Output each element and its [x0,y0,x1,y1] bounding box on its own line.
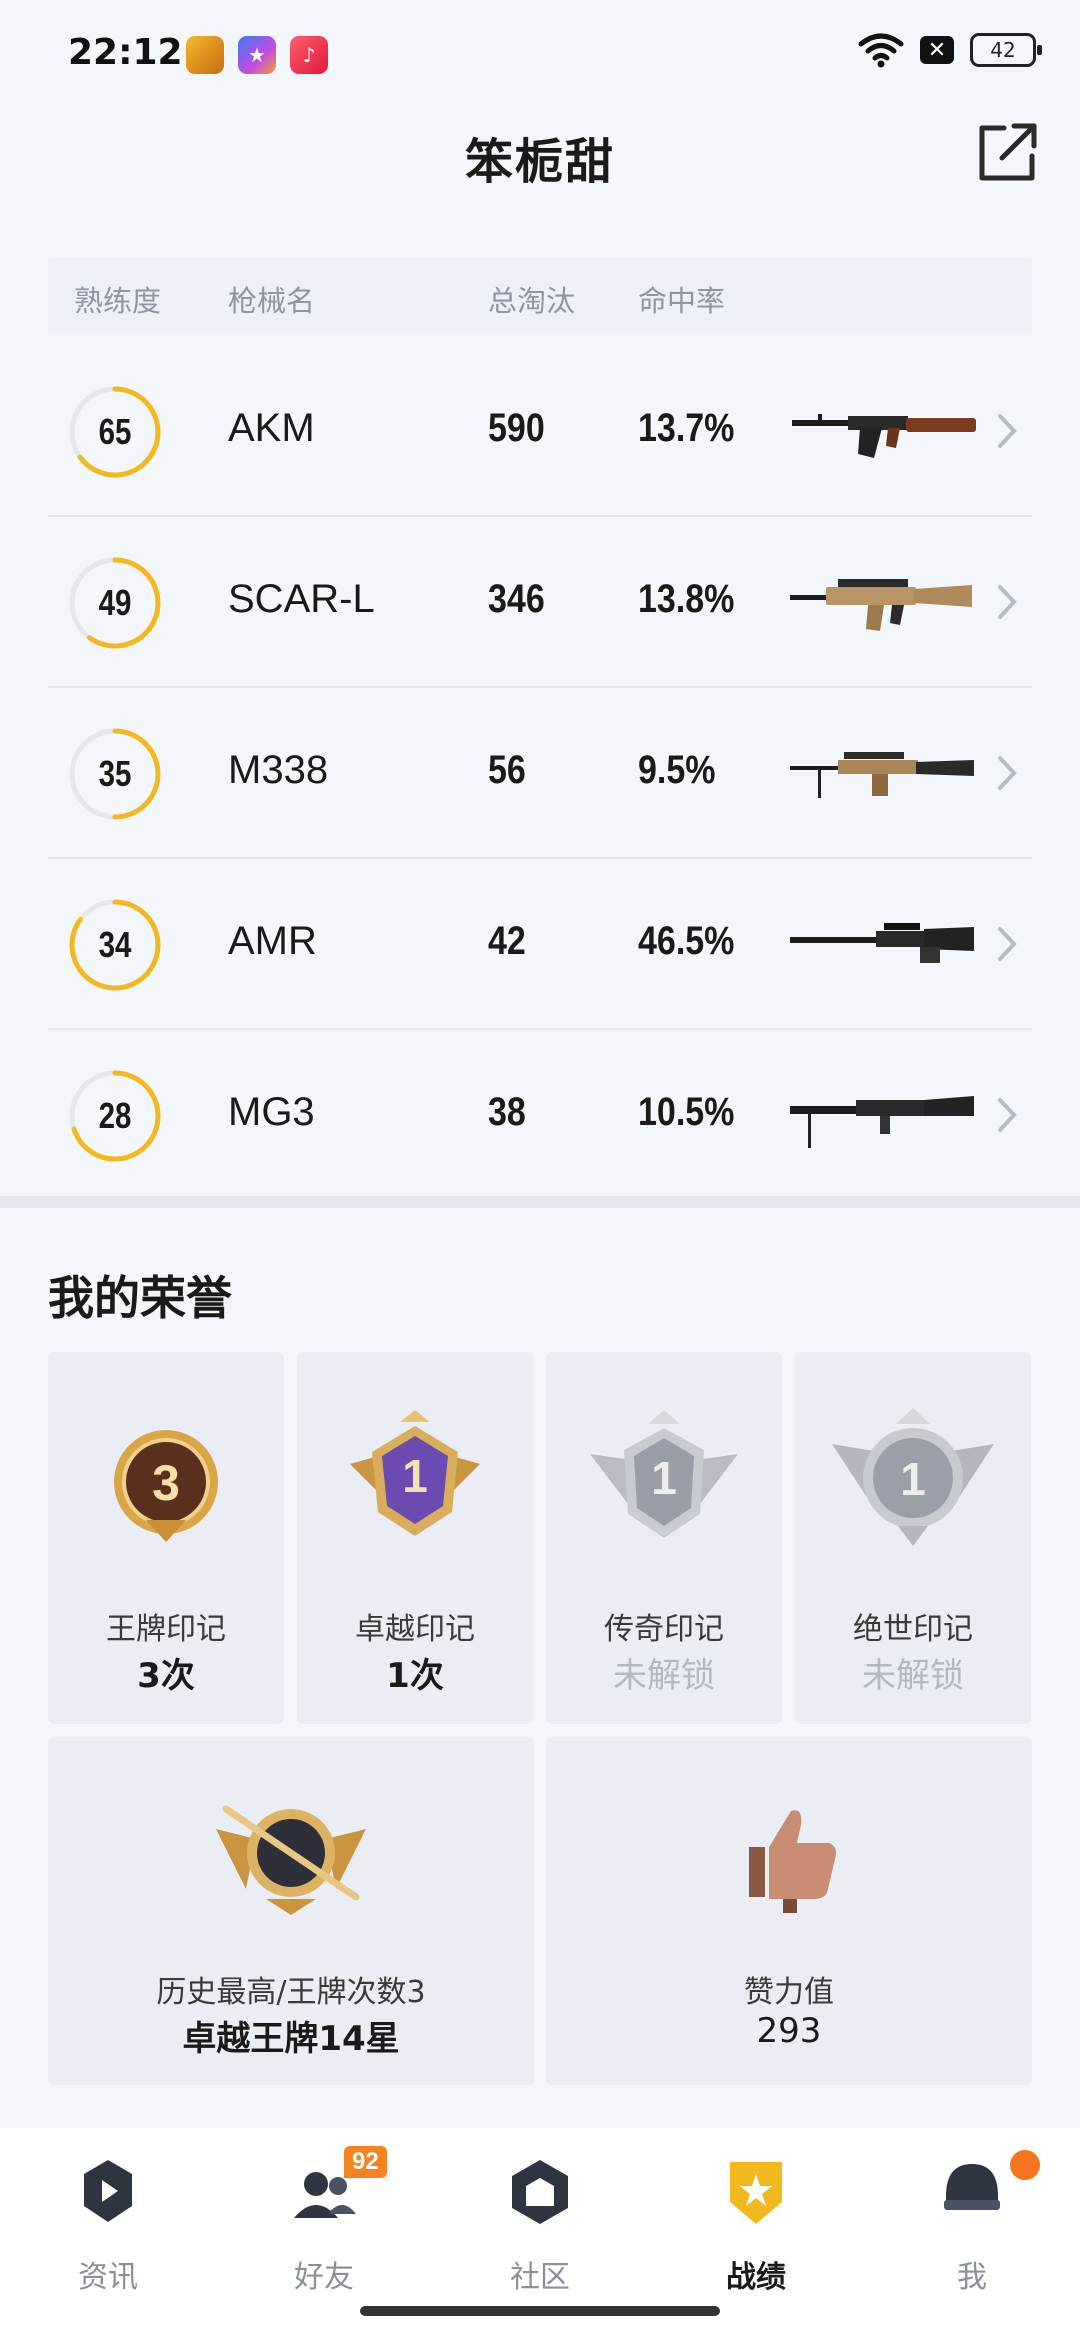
nav-label: 资讯 [78,2260,138,2295]
honor-card-legend[interactable]: 1 传奇印记 未解锁 [546,1352,782,1724]
table-row[interactable]: 65 AKM 590 13.7% [48,346,1032,517]
total-kills: 56 [488,748,526,792]
amr-sniper-icon [790,923,974,963]
hit-rate: 9.5% [638,748,716,792]
proficiency-value: 35 [98,753,132,794]
page-title: 笨栀甜 [464,134,615,190]
share-icon[interactable] [974,120,1040,186]
proficiency-value: 49 [98,582,132,623]
honor-label: 传奇印记 [604,1612,724,1647]
battery-level: 42 [990,38,1016,62]
wifi-icon [858,33,904,68]
chevron-right-icon [998,756,1017,790]
chevron-right-icon [998,585,1017,619]
weapon-name: SCAR-L [228,577,375,621]
battery-icon: 42 [970,33,1042,67]
status-indicators: ✕ 42 [858,32,1042,68]
status-time: 22:12 [68,32,183,73]
honor-card-likes[interactable]: 赞力值 293 [546,1737,1032,2085]
music-app-icon: ♪ [290,36,328,74]
proficiency-value: 34 [98,924,132,965]
honor-card-peerless[interactable]: 1 绝世印记 未解锁 [795,1352,1031,1724]
total-kills: 346 [488,577,545,621]
total-kills: 590 [488,406,545,450]
mg3-machinegun-icon [790,1096,974,1148]
nav-label: 我 [957,2260,987,2295]
nav-item-profile[interactable]: 我 [864,2148,1080,2308]
honor-card-excellence[interactable]: 1 卓越印记 1次 [297,1352,533,1724]
column-weapon-name: 枪械名 [228,284,316,318]
table-header: 熟练度 枪械名 总淘汰 命中率 [48,258,1032,332]
peerless-badge-icon: 1 [832,1408,994,1546]
friends-count-badge: 92 [344,2146,387,2178]
chevron-right-icon [998,1098,1017,1132]
column-total-kills: 总淘汰 [488,284,576,318]
honor-label: 王牌印记 [106,1612,226,1647]
honor-label: 卓越印记 [355,1612,475,1647]
community-icon [512,2160,568,2224]
nav-item-record[interactable]: 战绩 [648,2148,864,2308]
likes-label: 赞力值 [744,1975,834,2010]
home-indicator[interactable] [360,2306,720,2316]
total-kills: 42 [488,919,526,963]
honors-section-title: 我的荣誉 [48,1271,232,1325]
hit-rate: 46.5% [638,919,735,963]
status-bar: 22:12 ★ ♪ ✕ 42 [0,0,1080,110]
honor-value-locked: 未解锁 [862,1656,964,1696]
nav-label-active: 战绩 [726,2260,786,2295]
profile-helmet-icon [944,2164,1000,2210]
chevron-right-icon [998,927,1017,961]
excellence-badge-number: 1 [402,1450,428,1502]
likes-value: 293 [756,2011,822,2051]
honor-value: 3次 [137,1656,195,1696]
nav-label: 社区 [510,2260,570,2295]
hit-rate: 13.7% [638,406,735,450]
legend-badge-number: 1 [651,1452,677,1504]
chevron-right-icon [998,414,1017,448]
ace-badge-icon: 3 [114,1430,218,1542]
game-app-icon [186,36,224,74]
hit-rate: 10.5% [638,1090,735,1134]
weapon-name: MG3 [228,1090,315,1134]
honor-value-locked: 未解锁 [613,1656,715,1696]
highest-rank-label: 历史最高/王牌次数3 [156,1975,426,2010]
nav-label: 好友 [294,2260,354,2295]
section-divider [0,1196,1080,1208]
nav-item-friends[interactable]: 92 好友 [216,2146,432,2308]
scar-rifle-icon [790,579,972,631]
thumbs-up-icon [749,1810,837,1913]
rank-emblem-icon [216,1805,366,1915]
honor-label: 绝世印记 [853,1612,973,1647]
table-row[interactable]: 28 MG3 38 10.5% [48,1030,1032,1201]
proficiency-value: 28 [98,1095,132,1136]
no-sim-icon: ✕ [920,36,954,64]
table-row[interactable]: 49 SCAR-L 346 13.8% [48,517,1032,688]
highest-rank-value: 卓越王牌14星 [182,2019,400,2059]
legend-badge-icon: 1 [590,1410,738,1538]
honor-value: 1次 [386,1656,444,1696]
honor-card-ace[interactable]: 3 王牌印记 3次 [48,1352,284,1724]
honor-card-highest-rank[interactable]: 历史最高/王牌次数3 卓越王牌14星 [48,1737,534,2085]
nav-item-community[interactable]: 社区 [432,2148,648,2308]
column-hit-rate: 命中率 [638,284,726,318]
table-row[interactable]: 35 M338 56 9.5% [48,688,1032,859]
peerless-badge-number: 1 [900,1453,926,1505]
m338-rifle-icon [790,752,974,798]
excellence-badge-icon: 1 [350,1410,480,1536]
news-icon [84,2160,132,2222]
table-row[interactable]: 34 AMR 42 46.5% [48,859,1032,1030]
hit-rate: 13.8% [638,577,735,621]
weapon-name: AKM [228,406,315,450]
ace-badge-number: 3 [152,1455,180,1511]
record-icon [730,2162,782,2224]
weapon-name: AMR [228,919,317,963]
weapon-name: M338 [228,748,329,792]
notification-dot [1010,2150,1040,2180]
nav-item-news[interactable]: 资讯 [0,2148,216,2308]
akm-rifle-icon [792,414,976,458]
star-app-icon: ★ [238,36,276,74]
proficiency-value: 65 [98,411,132,452]
total-kills: 38 [488,1090,526,1134]
column-proficiency: 熟练度 [74,284,162,318]
